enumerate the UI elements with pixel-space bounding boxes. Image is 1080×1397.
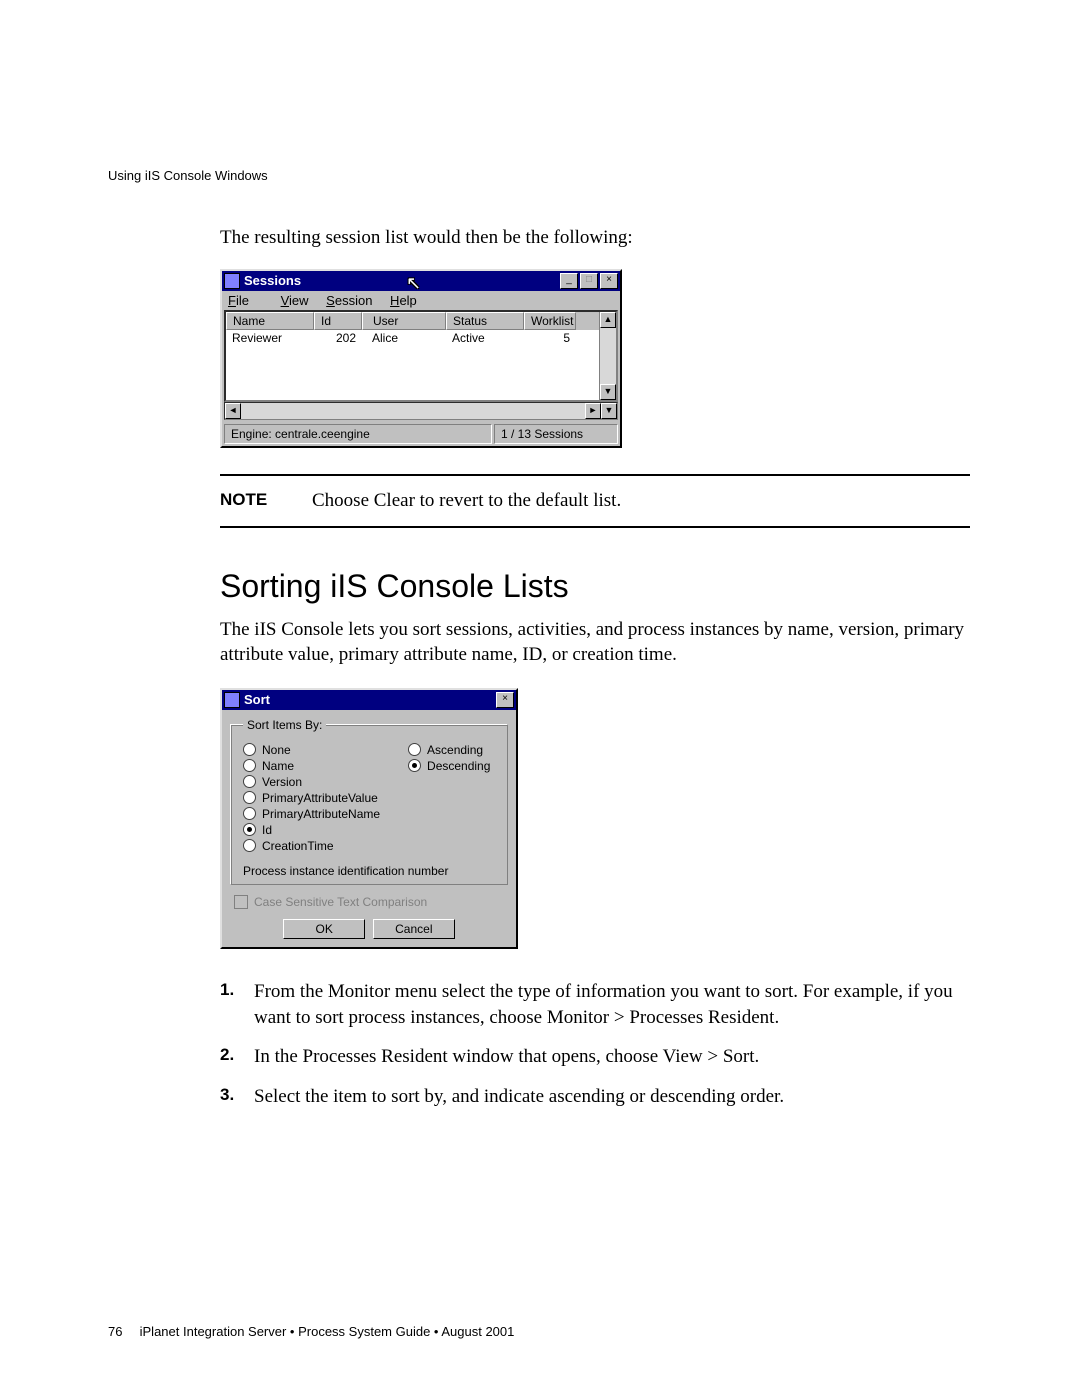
scroll-right-icon[interactable]: ► [585,403,601,419]
menu-session[interactable]: Session [326,293,372,308]
window-title: Sort [244,692,494,707]
scroll-left-icon[interactable]: ◄ [225,403,241,419]
step-1: 1.From the Monitor menu select the type … [220,979,970,1030]
sort-field-group: None Name Version PrimaryAttributeValue … [243,742,380,854]
radio-none[interactable]: None [243,743,380,757]
fieldset-legend: Sort Items By: [243,718,326,732]
menu-file[interactable]: File [228,293,263,308]
scroll-track-h[interactable] [241,403,585,419]
scroll-corner: ▼ [601,403,617,419]
sort-fieldset: Sort Items By: None Name Version Primary… [230,718,508,885]
cancel-button[interactable]: Cancel [373,919,455,939]
vertical-scrollbar[interactable]: ▲ ▼ [599,312,616,400]
cell-user: Alice [362,330,446,346]
close-button[interactable]: × [496,692,514,708]
cell-worklist: 5 [524,330,576,346]
window-title: Sessions [244,273,558,288]
status-bar: Engine: centrale.ceengine 1 / 13 Session… [222,422,620,446]
intro-paragraph-1: The resulting session list would then be… [220,225,970,251]
cell-status: Active [446,330,524,346]
col-worklist[interactable]: Worklist [524,312,576,330]
menu-help[interactable]: Help [390,293,417,308]
radio-version[interactable]: Version [243,775,380,789]
note-text: Choose Clear to revert to the default li… [312,490,621,512]
cell-id: 202 [314,330,362,346]
sort-dialog: Sort × Sort Items By: None Name Version … [220,688,518,949]
radio-pan[interactable]: PrimaryAttributeName [243,807,380,821]
radio-ascending[interactable]: Ascending [408,743,490,757]
step-3: 3.Select the item to sort by, and indica… [220,1084,970,1110]
system-menu-icon[interactable] [224,273,240,289]
section-heading: Sorting iIS Console Lists [220,568,970,605]
step-2: 2.In the Processes Resident window that … [220,1044,970,1070]
page-number: 76 [108,1324,136,1339]
ok-button[interactable]: OK [283,919,365,939]
menubar: File View Session Help [222,291,620,310]
radio-id[interactable]: Id [243,823,380,837]
maximize-button[interactable]: □ [580,273,598,289]
steps-list: 1.From the Monitor menu select the type … [220,979,970,1110]
horizontal-scrollbar[interactable]: ◄ ► ▼ [224,402,618,420]
col-name[interactable]: Name [226,312,314,330]
system-menu-icon[interactable] [224,692,240,708]
case-sensitive-checkbox: Case Sensitive Text Comparison [234,895,508,909]
table-header: Name Id User Status Worklist [226,312,599,330]
col-user[interactable]: User [362,312,446,330]
checkbox-icon [234,895,248,909]
footer-text: iPlanet Integration Server • Process Sys… [140,1324,515,1339]
scroll-down-icon[interactable]: ▼ [600,384,616,400]
radio-descending[interactable]: Descending [408,759,490,773]
radio-name[interactable]: Name [243,759,380,773]
running-head: Using iIS Console Windows [108,168,268,183]
section-intro: The iIS Console lets you sort sessions, … [220,617,970,668]
status-sessions: 1 / 13 Sessions [494,424,618,444]
col-id[interactable]: Id [314,312,362,330]
radio-ctime[interactable]: CreationTime [243,839,380,853]
sort-description: Process instance identification number [243,864,495,878]
note-box: NOTE Choose Clear to revert to the defau… [220,474,970,528]
menu-view[interactable]: View [281,293,309,308]
status-engine: Engine: centrale.ceengine [224,424,492,444]
scroll-up-icon[interactable]: ▲ [600,312,616,328]
table-row[interactable]: Reviewer 202 Alice Active 5 [226,330,599,346]
sessions-table: Name Id User Status Worklist Reviewer 20… [224,310,618,402]
col-status[interactable]: Status [446,312,524,330]
minimize-button[interactable]: _ [560,273,578,289]
radio-pav[interactable]: PrimaryAttributeValue [243,791,380,805]
titlebar: Sort × [222,690,516,710]
sessions-window: Sessions _ □ × ↖ File View Session Help … [220,269,622,448]
sort-order-group: Ascending Descending [408,742,490,854]
note-label: NOTE [220,490,312,512]
titlebar: Sessions _ □ × ↖ [222,271,620,291]
scroll-track[interactable] [600,328,616,384]
cell-name: Reviewer [226,330,314,346]
checkbox-label: Case Sensitive Text Comparison [254,895,427,909]
close-button[interactable]: × [600,273,618,289]
page-footer: 76 iPlanet Integration Server • Process … [108,1324,514,1339]
